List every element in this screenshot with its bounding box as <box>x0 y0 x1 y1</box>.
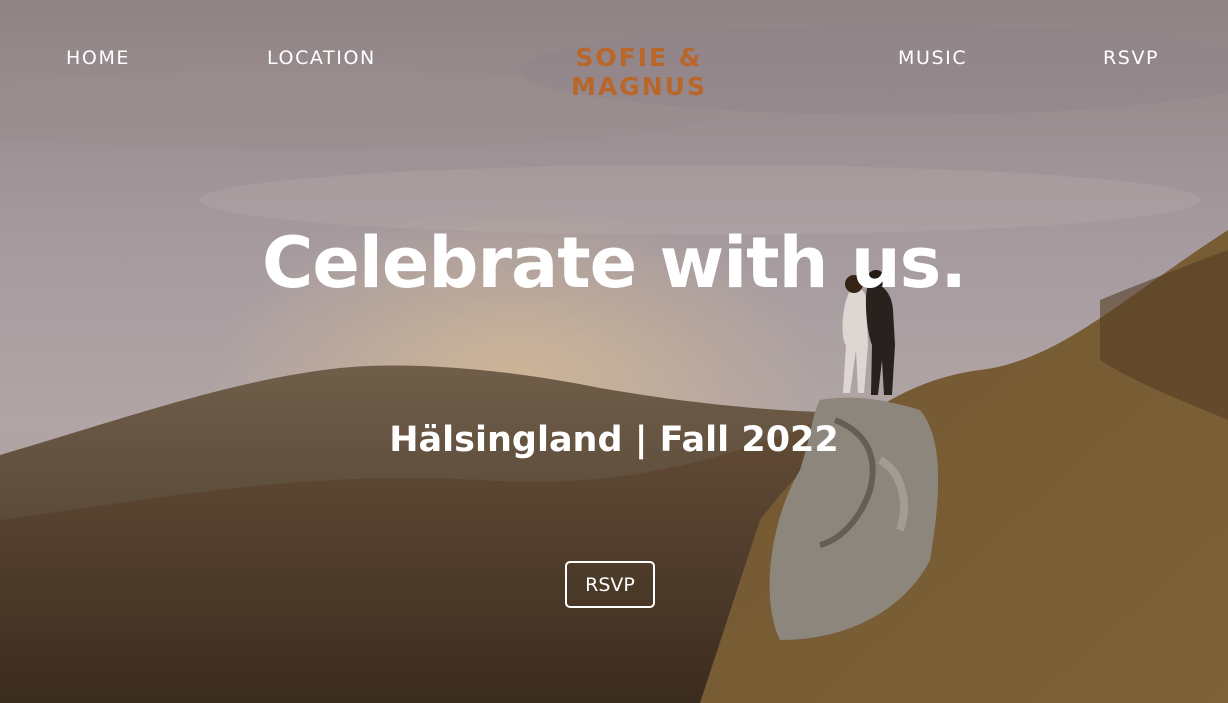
hero-subline: Hälsingland | Fall 2022 <box>389 420 839 460</box>
nav-item-home[interactable]: HOME <box>66 47 130 69</box>
nav-item-rsvp[interactable]: RSVP <box>1103 47 1159 69</box>
nav-item-music[interactable]: MUSIC <box>898 47 967 69</box>
nav-item-location[interactable]: LOCATION <box>267 47 376 69</box>
hero-headline: Celebrate with us. <box>262 222 967 304</box>
brand-logo-link[interactable]: SOFIE & MAGNUS <box>507 43 771 101</box>
rsvp-button[interactable]: RSVP <box>565 561 655 608</box>
hero-section: HOME LOCATION SOFIE & MAGNUS MUSIC RSVP … <box>0 0 1228 703</box>
top-navigation: HOME LOCATION SOFIE & MAGNUS MUSIC RSVP <box>0 0 1228 120</box>
